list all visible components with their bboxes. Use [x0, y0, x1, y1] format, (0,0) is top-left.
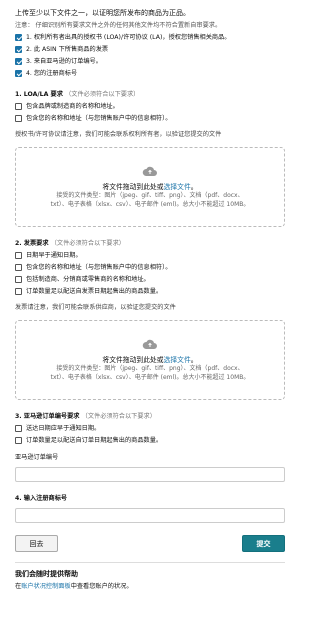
doc-type-label: 2. 此 ASIN 下所售商品的发票	[26, 46, 109, 53]
section-title-text: 2. 发票要求	[15, 240, 49, 247]
req-label: 包含您的名称和地址（与您销售账户中的信息相符）。	[26, 264, 172, 271]
help-suffix: 中查看您账户的状况。	[70, 583, 133, 590]
doc-type-order[interactable]: 3. 来自亚马逊的订单编号。	[15, 57, 284, 66]
req-label: 日期早于通知日期。	[26, 252, 82, 259]
req-item[interactable]: 包括制造商、分销商或零售商的名称和地址。	[15, 275, 284, 284]
doc-type-label: 3. 来自亚马逊的订单编号。	[26, 58, 102, 65]
cloud-upload-icon	[142, 339, 157, 349]
req-item[interactable]: 订单数量足以配送自发票日期起售出的商品数量。	[15, 287, 284, 296]
section2-sub: 发票请注意，我们可能会联系供应商，以验证您提交的文件	[15, 304, 176, 311]
divider	[15, 562, 285, 563]
order-number-label: 亚马逊订单编号	[15, 454, 59, 461]
req-label: 包括制造商、分销商或零售商的名称和地址。	[26, 276, 150, 283]
doc-type-label: 1. 权利所有者出具的授权书 (LOA)/许可协议 (LA)，授权您销售相关商品…	[26, 34, 231, 41]
upload-formats: 接受的文件类型：图片（jpeg、gif、tiff、png）、文档（pdf、doc…	[51, 192, 250, 209]
choose-file-link[interactable]: 选择文件	[164, 183, 191, 191]
req-label: 包含您的名称和地址（与您销售账户中的信息相符）。	[26, 115, 172, 122]
formats-line2: txt）、电子表格（xlsx、csv）、电子邮件 (eml)。总大小不能超过 1…	[50, 373, 250, 381]
upload-dropzone-invoice[interactable]: 将文件拖动到此处或选择文件。 接受的文件类型：图片（jpeg、gif、tiff、…	[15, 320, 285, 400]
formats-line2: txt）、电子表格（xlsx、csv）、电子邮件 (eml)。总大小不能超过 1…	[50, 200, 250, 208]
submit-button[interactable]: 提交	[242, 535, 285, 552]
account-health-link[interactable]: 账户状况控制面板	[21, 583, 71, 590]
help-text: 在账户状况控制面板中查看您账户的状况。	[15, 582, 284, 591]
checkbox[interactable]	[15, 288, 22, 295]
checkbox[interactable]	[15, 425, 22, 432]
cloud-upload-icon	[142, 166, 157, 176]
checkbox[interactable]	[15, 70, 22, 77]
upload-instruction: 将文件拖动到此处或	[102, 356, 164, 364]
section2-title: 2. 发票要求 （文件必须符合以下要求）	[15, 239, 284, 248]
checkbox[interactable]	[15, 46, 22, 53]
checkbox[interactable]	[15, 34, 22, 41]
section3-title: 3. 亚马逊订单编号要求 （文件必须符合以下要求）	[15, 412, 284, 421]
formats-line1: 接受的文件类型：图片（jpeg、gif、tiff、png）、文档（pdf、doc…	[56, 365, 244, 372]
action-bar: 回去 提交	[15, 535, 285, 552]
section1-title: 1. LOA/LA 要求 （文件必须符合以下要求）	[15, 90, 284, 99]
section-title-text: 1. LOA/LA 要求	[15, 91, 63, 98]
checkbox[interactable]	[15, 276, 22, 283]
checkbox[interactable]	[15, 264, 22, 271]
req-label: 送达日期应早于通知日期。	[26, 425, 101, 432]
formats-line1: 接受的文件类型：图片（jpeg、gif、tiff、png）、文档（pdf、doc…	[56, 192, 244, 199]
doc-type-loa[interactable]: 1. 权利所有者出具的授权书 (LOA)/许可协议 (LA)，授权您销售相关商品…	[15, 33, 284, 42]
section-hint: （文件必须符合以下要求）	[50, 240, 125, 247]
section1-sub: 授权书/许可协议请注意，我们可能会联系权利所有者，以验证您提交的文件	[15, 131, 222, 138]
section4-title: 4. 输入注册商标号	[15, 495, 68, 502]
checkbox[interactable]	[15, 103, 22, 110]
req-item[interactable]: 包含您的名称和地址（与您销售账户中的信息相符）。	[15, 114, 284, 123]
upload-dropzone-loa[interactable]: 将文件拖动到此处或选择文件。 接受的文件类型：图片（jpeg、gif、tiff、…	[15, 147, 285, 227]
upload-formats: 接受的文件类型：图片（jpeg、gif、tiff、png）、文档（pdf、doc…	[51, 365, 250, 382]
help-title: 我们会随时提供帮助	[15, 570, 78, 578]
choose-file-link[interactable]: 选择文件	[164, 356, 191, 364]
section-hint: （文件必须符合以下要求）	[65, 91, 140, 98]
req-item[interactable]: 包含您的名称和地址（与您销售账户中的信息相符）。	[15, 263, 284, 272]
trademark-number-input[interactable]	[15, 508, 285, 523]
doc-type-label: 4. 您的注册商标号	[26, 70, 78, 77]
req-label: 订单数量足以配送自发票日期起售出的商品数量。	[26, 288, 163, 295]
section-hint: （文件必须符合以下要求）	[81, 413, 156, 420]
checkbox[interactable]	[15, 252, 22, 259]
req-item[interactable]: 包含品牌或制造商的名称和地址。	[15, 102, 284, 111]
order-number-input[interactable]	[15, 467, 285, 482]
back-button[interactable]: 回去	[15, 535, 58, 552]
req-label: 订单数量足以配送自订单日期起售出的商品数量。	[26, 437, 163, 444]
req-item[interactable]: 送达日期应早于通知日期。	[15, 424, 284, 433]
doc-type-invoice[interactable]: 2. 此 ASIN 下所售商品的发票	[15, 45, 284, 54]
checkbox[interactable]	[15, 58, 22, 65]
checkbox[interactable]	[15, 115, 22, 122]
req-item[interactable]: 订单数量足以配送自订单日期起售出的商品数量。	[15, 436, 284, 445]
section-title-text: 3. 亚马逊订单编号要求	[15, 413, 80, 420]
document-requirements-form: 上传至少以下文件之一，以证明您所发布的商品为正品。 注意： 仔细识别所有要求文件…	[0, 0, 296, 591]
note-text: 注意： 仔细识别所有要求文件之外的任何其他文件均不符合置新自审要求。	[15, 22, 222, 29]
intro-text: 上传至少以下文件之一，以证明您所发布的商品为正品。	[15, 9, 190, 17]
doc-type-list: 1. 权利所有者出具的授权书 (LOA)/许可协议 (LA)，授权您销售相关商品…	[15, 33, 284, 78]
checkbox[interactable]	[15, 437, 22, 444]
doc-type-trademark[interactable]: 4. 您的注册商标号	[15, 69, 284, 78]
req-item[interactable]: 日期早于通知日期。	[15, 251, 284, 260]
upload-instruction: 将文件拖动到此处或	[102, 183, 164, 191]
req-label: 包含品牌或制造商的名称和地址。	[26, 103, 119, 110]
